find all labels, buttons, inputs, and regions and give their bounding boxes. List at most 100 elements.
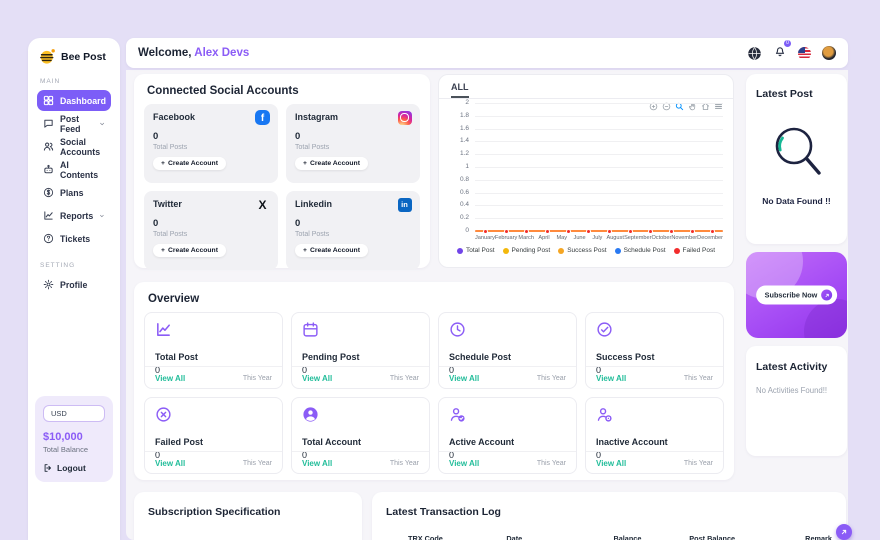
app-name: Bee Post (61, 51, 106, 63)
create-account-button[interactable]: +Create Account (295, 244, 368, 257)
subscribe-now-button[interactable]: Subscribe Now (756, 286, 838, 305)
gridline (475, 180, 723, 181)
data-point-marker[interactable] (504, 229, 509, 234)
view-all-link[interactable]: View All (596, 374, 626, 383)
view-all-link[interactable]: View All (449, 374, 479, 383)
view-all-link[interactable]: View All (302, 459, 332, 468)
y-tick-label: 1.2 (460, 150, 469, 157)
legend-dot (615, 248, 621, 254)
sidebar-item-label: Dashboard (60, 96, 106, 106)
line-chart-icon (155, 321, 172, 338)
overview-title: Overview (134, 282, 734, 312)
sidebar-item-reports[interactable]: Reports (37, 205, 111, 226)
social-count: 0 (153, 218, 269, 229)
stat-card-failed-post: Failed Post 0 View AllThis Year (144, 397, 283, 474)
social-count: 0 (295, 131, 411, 142)
sidebar-item-social-accounts[interactable]: Social Accounts (37, 136, 111, 157)
y-tick-label: 1.6 (460, 125, 469, 132)
y-tick-label: 2 (465, 99, 469, 106)
view-all-link[interactable]: View All (596, 459, 626, 468)
create-account-button[interactable]: +Create Account (295, 157, 368, 170)
create-account-button[interactable]: +Create Account (153, 244, 226, 257)
total-balance-label: Total Balance (43, 445, 105, 454)
y-tick-label: 1 (465, 163, 469, 170)
magnifier-empty-illustration (768, 122, 826, 184)
username: Alex Devs (194, 47, 249, 59)
sidebar-item-tickets[interactable]: Tickets (37, 228, 111, 249)
user-circle-icon (302, 406, 319, 423)
us-flag-icon[interactable] (798, 47, 811, 60)
social-sub: Total Posts (153, 144, 269, 151)
sidebar-item-profile[interactable]: Profile (37, 274, 111, 295)
legend-item[interactable]: Success Post (558, 247, 606, 254)
x-tick-label: January (475, 235, 495, 241)
legend-item[interactable]: Pending Post (503, 247, 551, 254)
sidebar-item-label: Reports (60, 211, 93, 221)
view-all-link[interactable]: View All (449, 459, 479, 468)
check-circle-icon (596, 321, 613, 338)
sidebar-item-dashboard[interactable]: Dashboard (37, 90, 111, 111)
data-point-marker[interactable] (586, 229, 591, 234)
app-logo[interactable]: Bee Post (37, 48, 111, 65)
chart-plot-area[interactable] (475, 103, 723, 231)
legend-item[interactable]: Failed Post (674, 247, 716, 254)
total-balance-amount: $10,000 (43, 431, 105, 443)
data-point-marker[interactable] (524, 229, 529, 234)
y-tick-label: 0.2 (460, 214, 469, 221)
data-point-marker[interactable] (669, 229, 674, 234)
create-account-button[interactable]: +Create Account (153, 157, 226, 170)
period-label: This Year (537, 460, 566, 467)
data-point-marker[interactable] (566, 229, 571, 234)
data-point-marker[interactable] (545, 229, 550, 234)
stat-title: Success Post (596, 352, 713, 362)
legend-dot (558, 248, 564, 254)
data-point-marker[interactable] (690, 229, 695, 234)
avatar[interactable] (822, 46, 836, 60)
legend-item[interactable]: Schedule Post (615, 247, 666, 254)
sidebar-item-label: Tickets (60, 234, 90, 244)
logout-button[interactable]: Logout (43, 463, 105, 473)
data-point-marker[interactable] (710, 229, 715, 234)
social-name: Facebook (153, 112, 269, 122)
social-accounts-icon (43, 141, 54, 152)
social-name: Linkedin (295, 199, 411, 209)
x-tick-label: February (495, 235, 517, 241)
linkedin-icon: in (398, 198, 412, 212)
stat-card-total-post: Total Post 0 View AllThis Year (144, 312, 283, 389)
period-label: This Year (243, 460, 272, 467)
posts-chart-card: ALL 21.81.61.41.210.80.60.40.20 JanuaryF… (438, 74, 734, 268)
language-globe-icon[interactable] (747, 46, 762, 61)
data-point-marker[interactable] (628, 229, 633, 234)
view-all-link[interactable]: View All (155, 459, 185, 468)
sidebar-item-ai-contents[interactable]: AI Contents (37, 159, 111, 180)
notifications-button[interactable]: 0 (773, 44, 787, 63)
chart-legend: Total Post Pending Post Success Post Schedu… (439, 247, 733, 254)
legend-dot (503, 248, 509, 254)
x-tick-label: July (588, 235, 606, 241)
subscription-spec-title: Subscription Specification (148, 506, 280, 518)
social-sub: Total Posts (295, 231, 411, 238)
reports-icon (43, 210, 54, 221)
y-tick-label: 1.8 (460, 112, 469, 119)
data-point-marker[interactable] (648, 229, 653, 234)
user-check-icon (449, 406, 466, 423)
x-tick-label: March (517, 235, 535, 241)
x-tick-label: September (624, 235, 651, 241)
legend-item[interactable]: Total Post (457, 247, 495, 254)
data-point-marker[interactable] (607, 229, 612, 234)
view-all-link[interactable]: View All (155, 374, 185, 383)
view-all-link[interactable]: View All (302, 374, 332, 383)
no-data-text: No Data Found !! (756, 196, 837, 206)
plans-icon (43, 187, 54, 198)
data-point-marker[interactable] (483, 229, 488, 234)
period-label: This Year (537, 375, 566, 382)
floating-action-button[interactable] (836, 524, 852, 540)
sidebar-item-plans[interactable]: Plans (37, 182, 111, 203)
calendar-icon (302, 321, 319, 338)
sidebar-item-post-feed[interactable]: Post Feed (37, 113, 111, 134)
arrow-up-right-icon (840, 528, 848, 536)
logout-icon (43, 463, 53, 473)
social-tile-linkedin: Linkedin in 0 Total Posts +Create Accoun… (286, 191, 420, 270)
dashboard-icon (43, 95, 54, 106)
currency-select[interactable]: USD (43, 405, 105, 422)
